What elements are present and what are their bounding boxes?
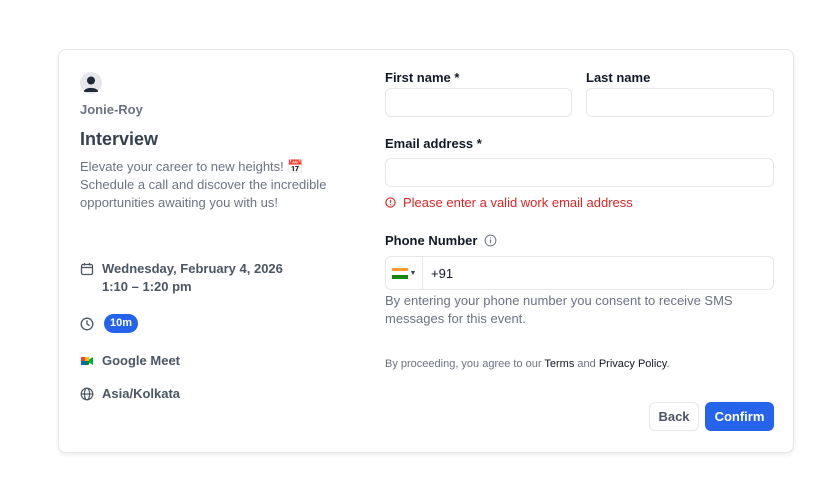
timezone-text[interactable]: Asia/Kolkata [102, 385, 180, 403]
event-date: Wednesday, February 4, 2026 [102, 261, 283, 276]
phone-consent-text: By entering your phone number you consen… [385, 293, 733, 326]
country-code-select[interactable]: ▼ [386, 257, 423, 289]
email-error-text: Please enter a valid work email address [403, 195, 633, 210]
email-error-message: Please enter a valid work email address [385, 195, 633, 210]
error-circle-icon [385, 197, 396, 208]
event-timezone-row: Asia/Kolkata [80, 385, 180, 403]
calendar-icon [80, 263, 94, 276]
phone-input[interactable]: +91 [431, 266, 453, 281]
event-duration-row: 10m [80, 314, 139, 333]
terms-suffix: . [666, 358, 670, 370]
last-name-label: Last name [586, 70, 651, 85]
globe-icon [80, 387, 94, 401]
event-description: Elevate your career to new heights! 📅 Sc… [80, 159, 327, 210]
last-name-input[interactable] [586, 88, 774, 117]
privacy-policy-link[interactable]: Privacy Policy [599, 358, 667, 370]
email-label: Email address * [385, 136, 482, 151]
google-meet-icon [81, 357, 93, 365]
first-name-input[interactable] [385, 88, 572, 117]
terms-notice: By proceeding, you agree to our Terms an… [385, 358, 670, 370]
phone-input-group: ▼ +91 [385, 256, 774, 290]
back-button[interactable]: Back [649, 402, 699, 431]
india-flag-icon [391, 267, 408, 279]
avatar-icon [80, 72, 102, 94]
location-text: Google Meet [102, 353, 181, 368]
event-date-row: Wednesday, February 4, 2026 1:10 – 1:20 … [80, 260, 283, 296]
first-name-label: First name * [385, 70, 460, 85]
clock-icon [80, 317, 94, 330]
event-location-row: Google Meet [80, 352, 180, 370]
info-icon[interactable] [484, 234, 497, 247]
terms-prefix: By proceeding, you agree to our [385, 358, 545, 370]
email-input[interactable] [385, 158, 774, 187]
event-title: Interview [80, 129, 159, 149]
phone-label-row: Phone Number [385, 233, 497, 248]
terms-link[interactable]: Terms [544, 358, 574, 370]
duration-badge[interactable]: 10m [104, 314, 139, 333]
terms-and: and [574, 358, 599, 370]
event-time: 1:10 – 1:20 pm [102, 279, 192, 294]
booking-card: Jonie-Roy Interview Elevate your career … [58, 49, 794, 453]
host-name: Jonie-Roy [80, 102, 143, 117]
chevron-down-icon: ▼ [409, 269, 417, 277]
phone-label: Phone Number [385, 233, 478, 248]
confirm-button[interactable]: Confirm [705, 402, 774, 431]
